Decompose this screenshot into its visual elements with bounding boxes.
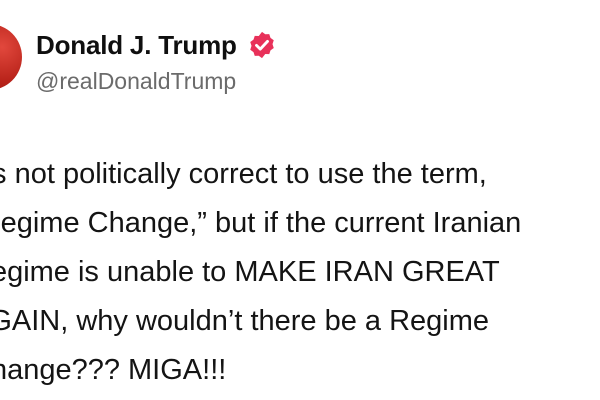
avatar[interactable] (0, 24, 22, 90)
name-row: Donald J. Trump (36, 24, 277, 66)
post-card: Donald J. Trump @realDonaldTrump It’s no… (0, 0, 600, 400)
post-body-text: It’s not politically correct to use the … (0, 158, 522, 386)
author-display-name[interactable]: Donald J. Trump (36, 30, 237, 61)
author-handle[interactable]: @realDonaldTrump (36, 68, 277, 95)
verified-badge-icon (247, 30, 277, 60)
post-header: Donald J. Trump @realDonaldTrump (36, 24, 277, 95)
